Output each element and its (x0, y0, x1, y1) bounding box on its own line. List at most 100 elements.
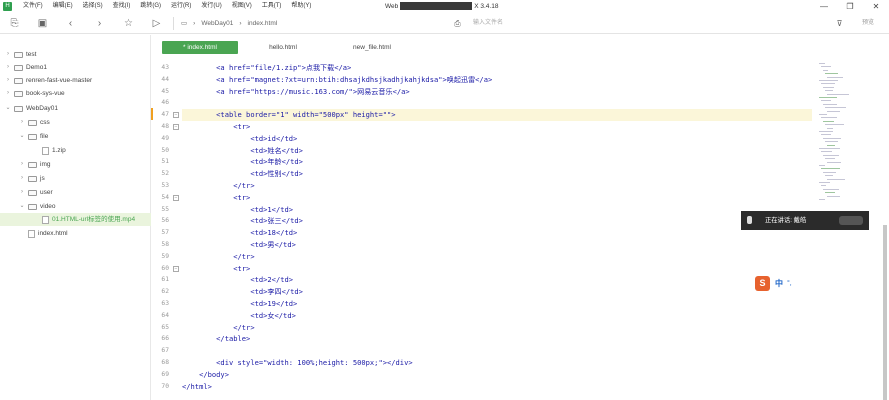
fold-toggle-icon[interactable]: − (173, 265, 179, 272)
code-line[interactable]: </tr> (182, 322, 812, 334)
run-icon[interactable]: ▷ (150, 17, 163, 30)
code-line[interactable]: <table border="1" width="500px" height="… (182, 109, 812, 121)
tree-item[interactable]: ⌄ WebDay01 (0, 102, 58, 115)
code-line[interactable]: <td>id</td> (182, 133, 812, 145)
menu-item[interactable]: 跳转(G) (135, 0, 166, 13)
chevron-right-icon[interactable]: › (4, 61, 12, 74)
file-search-input[interactable]: 输入文件名 (453, 17, 833, 30)
tree-item[interactable]: › renren-fast-vue-master (0, 74, 92, 87)
code-line[interactable]: <td>姓名</td> (182, 145, 812, 157)
line-number: 61 (161, 276, 169, 284)
code-line[interactable]: <tr> (182, 192, 812, 204)
fold-toggle-icon[interactable]: − (173, 194, 179, 201)
save-icon[interactable]: ▣ (36, 17, 49, 30)
ime-punctuation[interactable]: °, (787, 280, 792, 287)
modified-line-marker (151, 108, 153, 120)
menu-item[interactable]: 视图(V) (227, 0, 257, 13)
code-line[interactable] (182, 345, 812, 357)
tab-hello-html[interactable]: hello.html (253, 41, 313, 54)
sogou-logo-icon[interactable]: S (755, 276, 770, 291)
tree-item[interactable]: 01.HTML-url标签的使用.mp4 (0, 213, 151, 226)
code-line[interactable]: <td>年龄</td> (182, 156, 812, 168)
code-line[interactable]: <td>女</td> (182, 310, 812, 322)
menu-item[interactable]: 查找(I) (108, 0, 136, 13)
code-line[interactable]: <div style="width: 100%;height: 500px;">… (182, 357, 812, 369)
close-icon[interactable]: ✕ (863, 0, 889, 13)
tree-item[interactable]: ⌄ file (0, 130, 48, 143)
code-line[interactable]: <td>男</td> (182, 239, 812, 251)
code-line[interactable]: </html> (182, 381, 812, 393)
code-line[interactable]: <td>张三</td> (182, 215, 812, 227)
chevron-right-icon[interactable]: › (4, 87, 12, 100)
speaking-indicator: 正在讲话: 戴皓 (741, 211, 869, 230)
code-line[interactable]: </tr> (182, 251, 812, 263)
breadcrumb-file[interactable]: index.html (248, 13, 278, 34)
bookmark-star-icon[interactable]: ☆ (122, 17, 135, 30)
code-line[interactable]: </tr> (182, 180, 812, 192)
tree-item[interactable]: › img (0, 158, 50, 171)
code-line[interactable]: <td>18</td> (182, 227, 812, 239)
tree-item[interactable]: 1.zip (0, 144, 66, 157)
menu-item[interactable]: 工具(T) (257, 0, 287, 13)
line-number: 60 (161, 264, 169, 272)
menu-item[interactable]: 帮助(Y) (286, 0, 316, 13)
tree-item-label: video (40, 203, 56, 210)
tree-item[interactable]: › js (0, 172, 45, 185)
tab-index-html[interactable]: * index.html (162, 41, 238, 54)
code-line[interactable]: <tr> (182, 121, 812, 133)
ime-mode[interactable]: 中 (775, 278, 783, 289)
code-line[interactable]: <td>1</td> (182, 204, 812, 216)
tree-item[interactable]: › book-sys-vue (0, 87, 65, 100)
code-line[interactable]: <tr> (182, 263, 812, 275)
tree-item[interactable]: › test (0, 48, 36, 61)
chevron-right-icon[interactable]: › (18, 172, 26, 185)
filter-icon[interactable]: ⊽ (833, 17, 846, 30)
tree-item[interactable]: › Demo1 (0, 61, 47, 74)
breadcrumb-project[interactable]: WebDay01 (201, 13, 233, 34)
code-line[interactable]: <a href="magnet:?xt=urn:btih:dhsajkdhsjk… (182, 74, 812, 86)
code-line[interactable]: <td>19</td> (182, 298, 812, 310)
chevron-down-icon[interactable]: ⌄ (4, 102, 12, 115)
menu-item[interactable]: 文件(F) (18, 0, 48, 13)
tab-new-file-html[interactable]: new_file.html (338, 41, 406, 54)
code-line[interactable]: <a href="https://music.163.com/">网易云音乐</… (182, 86, 812, 98)
menu-item[interactable]: 选择(S) (78, 0, 108, 13)
fold-toggle-icon[interactable]: − (173, 124, 179, 130)
code-editor[interactable]: <a href="file/1.zip">点我下载</a> <a href="m… (182, 59, 812, 400)
menu-item[interactable]: 运行(R) (166, 0, 196, 13)
chevron-down-icon[interactable]: ⌄ (18, 200, 26, 213)
code-line[interactable]: <td>2</td> (182, 274, 812, 286)
fold-toggle-icon[interactable]: − (173, 112, 179, 119)
chevron-right-icon[interactable]: › (18, 186, 26, 199)
chevron-down-icon[interactable]: ⌄ (18, 130, 26, 143)
file-icon (42, 146, 49, 155)
tree-item[interactable]: index.html (0, 227, 68, 240)
minimap-line (825, 90, 833, 92)
preview-button[interactable]: 预览 (850, 17, 886, 30)
minimap[interactable] (815, 59, 863, 209)
chevron-right-icon[interactable]: › (18, 116, 26, 129)
editor-scrollbar[interactable] (883, 225, 887, 400)
forward-icon[interactable]: › (93, 17, 106, 30)
tree-item[interactable]: ⌄ video (0, 200, 56, 213)
tree-item[interactable]: › css (0, 116, 50, 129)
chevron-right-icon[interactable]: › (4, 74, 12, 87)
chevron-right-icon[interactable]: › (4, 48, 12, 61)
ime-toolbar[interactable]: S 中 °, (755, 275, 801, 292)
tree-item[interactable]: › user (0, 186, 53, 199)
minimize-icon[interactable]: — (811, 0, 837, 13)
maximize-icon[interactable]: ❐ (837, 0, 863, 13)
code-line[interactable] (182, 97, 812, 109)
code-line[interactable]: <td>李四</td> (182, 286, 812, 298)
code-line[interactable]: <a href="file/1.zip">点我下载</a> (182, 62, 812, 74)
menu-item[interactable]: 发行(U) (196, 0, 226, 13)
code-line[interactable]: </body> (182, 369, 812, 381)
menu-item[interactable]: 编辑(E) (48, 0, 78, 13)
new-file-icon[interactable]: ⎘ (8, 17, 21, 30)
project-explorer: › test › Demo1 › renren-fast-vue-master › book-… (0, 35, 151, 400)
chevron-right-icon[interactable]: › (18, 158, 26, 171)
back-icon[interactable]: ‹ (64, 17, 77, 30)
code-line[interactable]: <td>性别</td> (182, 168, 812, 180)
code-line[interactable]: </table> (182, 333, 812, 345)
folder-icon (14, 90, 23, 97)
